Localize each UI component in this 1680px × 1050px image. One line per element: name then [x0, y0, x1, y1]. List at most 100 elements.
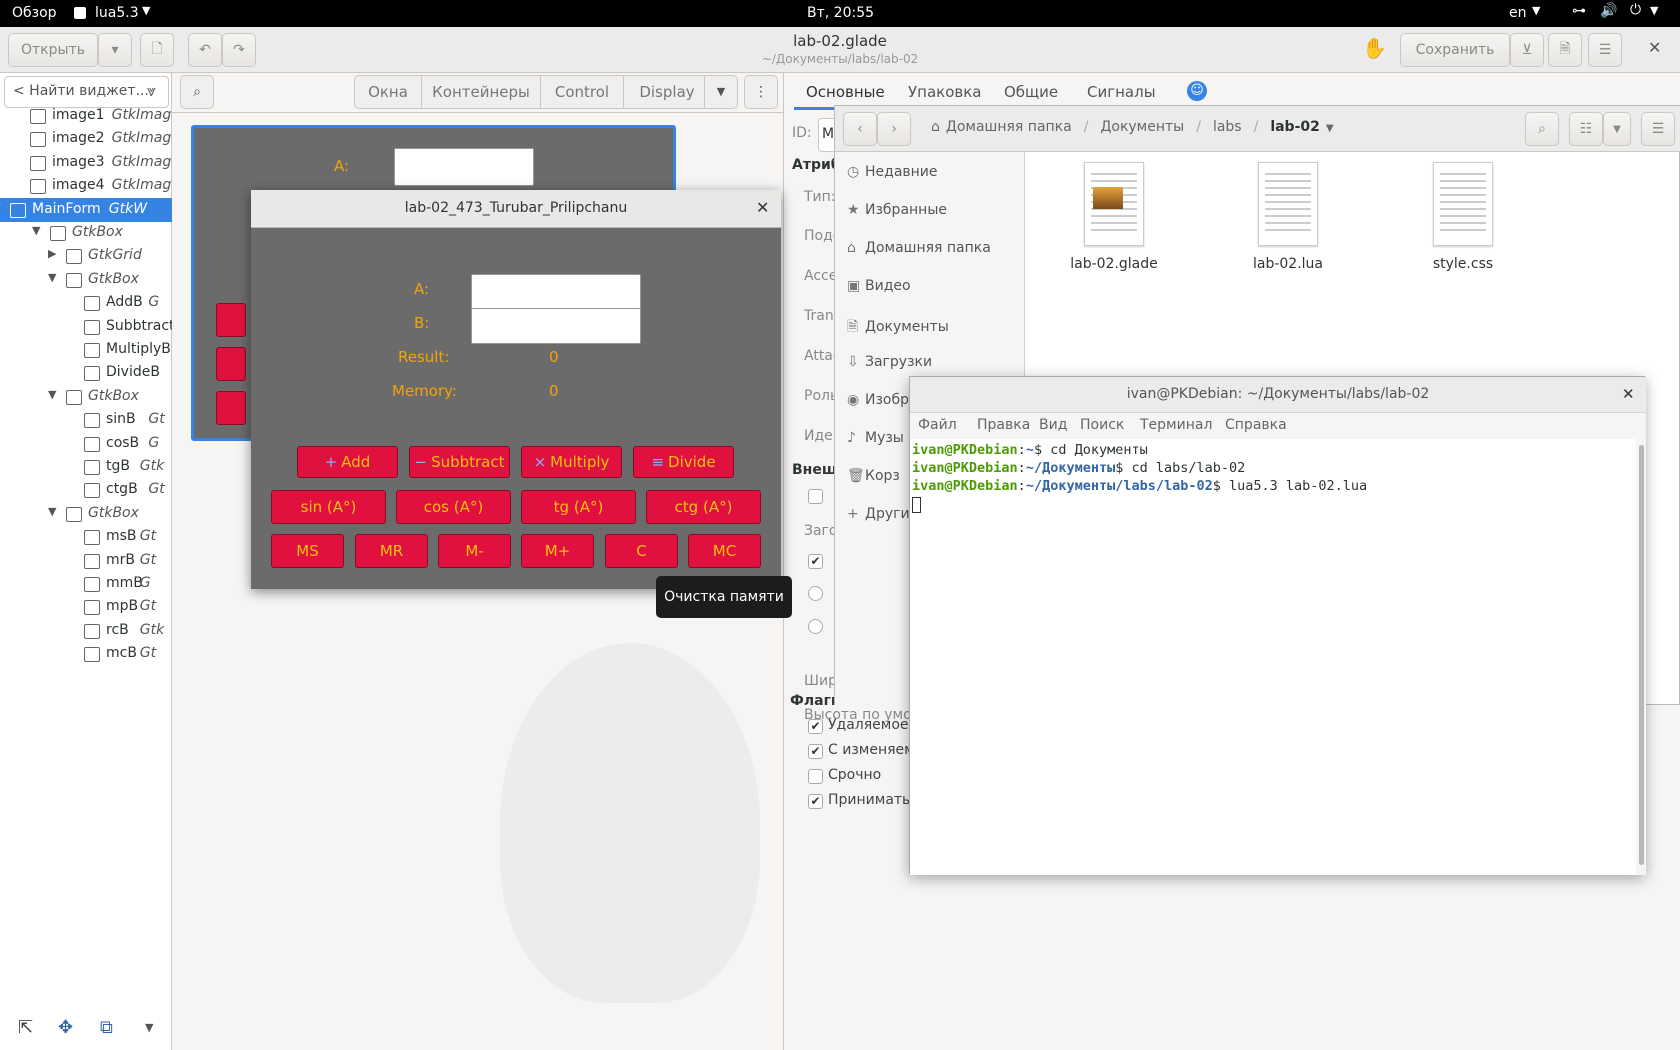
tree-row-ctgb[interactable]: ctgB Gt — [0, 478, 172, 502]
radio-button[interactable] — [808, 586, 823, 601]
flag-checkbox[interactable] — [808, 769, 823, 784]
properties-tab[interactable]: Основные — [806, 83, 885, 101]
network-icon[interactable]: ⊶ — [1572, 3, 1586, 19]
search-icon[interactable]: ⌕ — [1525, 112, 1559, 146]
design-sin-button[interactable] — [216, 347, 246, 381]
op-button-divide[interactable]: ≡ Divide — [633, 446, 734, 478]
sidebar-item-6[interactable]: ◉ Изобр — [847, 392, 909, 408]
trig-button[interactable]: sin (A°) — [271, 490, 386, 524]
breadcrumb-item[interactable]: labs — [1213, 119, 1242, 135]
tree-row-image3[interactable]: image3 GtkImag — [0, 151, 172, 175]
list-view-icon[interactable]: ☷ — [1569, 112, 1603, 146]
expander-open-icon[interactable]: ▼ — [48, 388, 56, 401]
close-icon[interactable]: ✕ — [756, 198, 769, 217]
op-button-subbtract[interactable]: − Subbtract — [409, 446, 510, 478]
menu-icon[interactable]: ☰ — [1588, 33, 1622, 67]
tree-row-gtkbox[interactable]: ▼ GtkBox — [0, 502, 172, 526]
expander-open-icon[interactable]: ▼ — [48, 505, 56, 518]
breadcrumb-item[interactable]: Домашняя папка — [946, 119, 1072, 135]
save-as-icon[interactable]: ⊻ — [1510, 33, 1544, 67]
terminal-scrollbar[interactable] — [1636, 439, 1646, 875]
memory-button-m-[interactable]: M- — [438, 534, 511, 568]
memory-button-mc[interactable]: MC — [688, 534, 761, 568]
tree-row-gtkgrid[interactable]: ▶ GtkGrid — [0, 244, 172, 268]
expander-closed-icon[interactable]: ▶ — [48, 247, 56, 260]
flag-checkbox[interactable]: ✔ — [808, 719, 823, 734]
properties-tab[interactable]: Сигналы — [1087, 83, 1156, 101]
design-add-button[interactable] — [216, 303, 246, 337]
tree-row-rcb[interactable]: rcB Gtk — [0, 619, 172, 643]
open-button[interactable]: Открыть — [8, 33, 98, 67]
forward-icon[interactable]: › — [877, 112, 911, 146]
margin-icon[interactable]: ⧉ — [100, 1017, 113, 1038]
terminal-menu-item[interactable]: Правка — [977, 417, 1030, 433]
new-file-icon[interactable]: 🗋 — [140, 33, 174, 67]
checkbox[interactable]: ✔ — [808, 554, 823, 569]
terminal-menu-item[interactable]: Терминал — [1140, 417, 1212, 433]
filter-icon[interactable]: ⩔ — [147, 81, 156, 101]
chevron-down-icon[interactable]: ▾ — [98, 33, 132, 67]
properties-tab[interactable]: Упаковка — [908, 83, 981, 101]
tree-row-subbtract[interactable]: Subbtract — [0, 315, 172, 339]
chevron-down-icon[interactable]: ▼ — [704, 75, 738, 109]
redo-icon[interactable]: ↷ — [222, 33, 256, 67]
keyboard-layout[interactable]: en — [1509, 5, 1527, 21]
search-icon[interactable]: ⌕ — [180, 75, 214, 109]
design-entry-a[interactable] — [394, 148, 534, 186]
save-button[interactable]: Сохранить — [1400, 33, 1510, 67]
tree-row-mrb[interactable]: mrB Gt — [0, 549, 172, 573]
activities-button[interactable]: Обзор — [12, 5, 57, 21]
tree-row-mcb[interactable]: mcB Gt — [0, 642, 172, 666]
tree-row-image4[interactable]: image4 GtkImag — [0, 174, 172, 198]
sidebar-item-5[interactable]: ⇩ Загрузки — [847, 354, 932, 370]
expander-open-icon[interactable]: ▼ — [48, 271, 56, 284]
expander-open-icon[interactable]: ▼ — [32, 224, 40, 237]
sidebar-item-8[interactable]: 🗑Корз — [847, 468, 900, 484]
op-button-add[interactable]: + Add — [297, 446, 398, 478]
close-icon[interactable]: ✕ — [1622, 385, 1635, 403]
trig-button[interactable]: cos (A°) — [396, 490, 511, 524]
power-icon[interactable]: ⏻ — [1630, 2, 1641, 18]
app-menu[interactable]: lua5.3 — [95, 5, 139, 21]
tree-row-cosb[interactable]: cosB G — [0, 432, 172, 456]
chevron-down-icon[interactable]: ▼ — [145, 1021, 153, 1034]
terminal-menu-item[interactable]: Файл — [918, 417, 957, 433]
tree-row-image2[interactable]: image2 GtkImag — [0, 127, 172, 151]
sidebar-item-2[interactable]: ⌂ Домашняя папка — [847, 240, 991, 256]
tree-row-tgb[interactable]: tgB Gtk — [0, 455, 172, 479]
breadcrumb-item[interactable]: lab-02 — [1270, 119, 1320, 135]
tree-row-divideb[interactable]: DivideB — [0, 361, 172, 385]
memory-button-mr[interactable]: MR — [355, 534, 428, 568]
clock[interactable]: Вт, 20:55 — [807, 5, 874, 21]
palette-tab[interactable]: Control — [541, 76, 624, 108]
sidebar-item-9[interactable]: + Други — [847, 506, 910, 522]
design-ms-button[interactable] — [216, 391, 246, 425]
memory-button-c[interactable]: C — [605, 534, 678, 568]
memory-button-m+[interactable]: M+ — [521, 534, 594, 568]
palette-tab[interactable]: Окна — [355, 76, 422, 108]
undo-icon[interactable]: ↶ — [188, 33, 222, 67]
volume-icon[interactable]: 🔊 — [1600, 3, 1617, 19]
sidebar-item-1[interactable]: ★ Избранные — [847, 202, 947, 218]
sidebar-item-7[interactable]: ♪ Музы — [847, 430, 904, 446]
tree-row-gtkbox[interactable]: ▼ GtkBox — [0, 385, 172, 409]
pointer-icon[interactable]: ⇱ — [18, 1017, 33, 1038]
palette-tab[interactable]: Контейнеры — [422, 76, 541, 108]
document-icon[interactable]: 🗎 — [1548, 33, 1582, 67]
trig-button[interactable]: tg (A°) — [521, 490, 636, 524]
close-icon[interactable]: ✕ — [1648, 38, 1661, 57]
tree-row-sinb[interactable]: sinB Gt — [0, 408, 172, 432]
move-icon[interactable]: ✥ — [58, 1017, 73, 1038]
tree-row-mainform[interactable]: ▼MainFormGtkW — [0, 197, 172, 222]
tree-row-mmb[interactable]: mmB G — [0, 572, 172, 596]
checkbox[interactable] — [808, 489, 823, 504]
sidebar-item-3[interactable]: ▣ Видео — [847, 278, 911, 294]
flag-checkbox[interactable]: ✔ — [808, 744, 823, 759]
tree-row-gtkbox[interactable]: ▼ GtkBox — [0, 221, 172, 245]
memory-button-ms[interactable]: MS — [271, 534, 344, 568]
radio-button[interactable] — [808, 619, 823, 634]
terminal-menu-item[interactable]: Справка — [1225, 417, 1287, 433]
tree-row-addb[interactable]: AddB G — [0, 291, 172, 315]
input-a[interactable] — [471, 274, 641, 310]
file-item[interactable]: style.css — [1398, 162, 1528, 272]
